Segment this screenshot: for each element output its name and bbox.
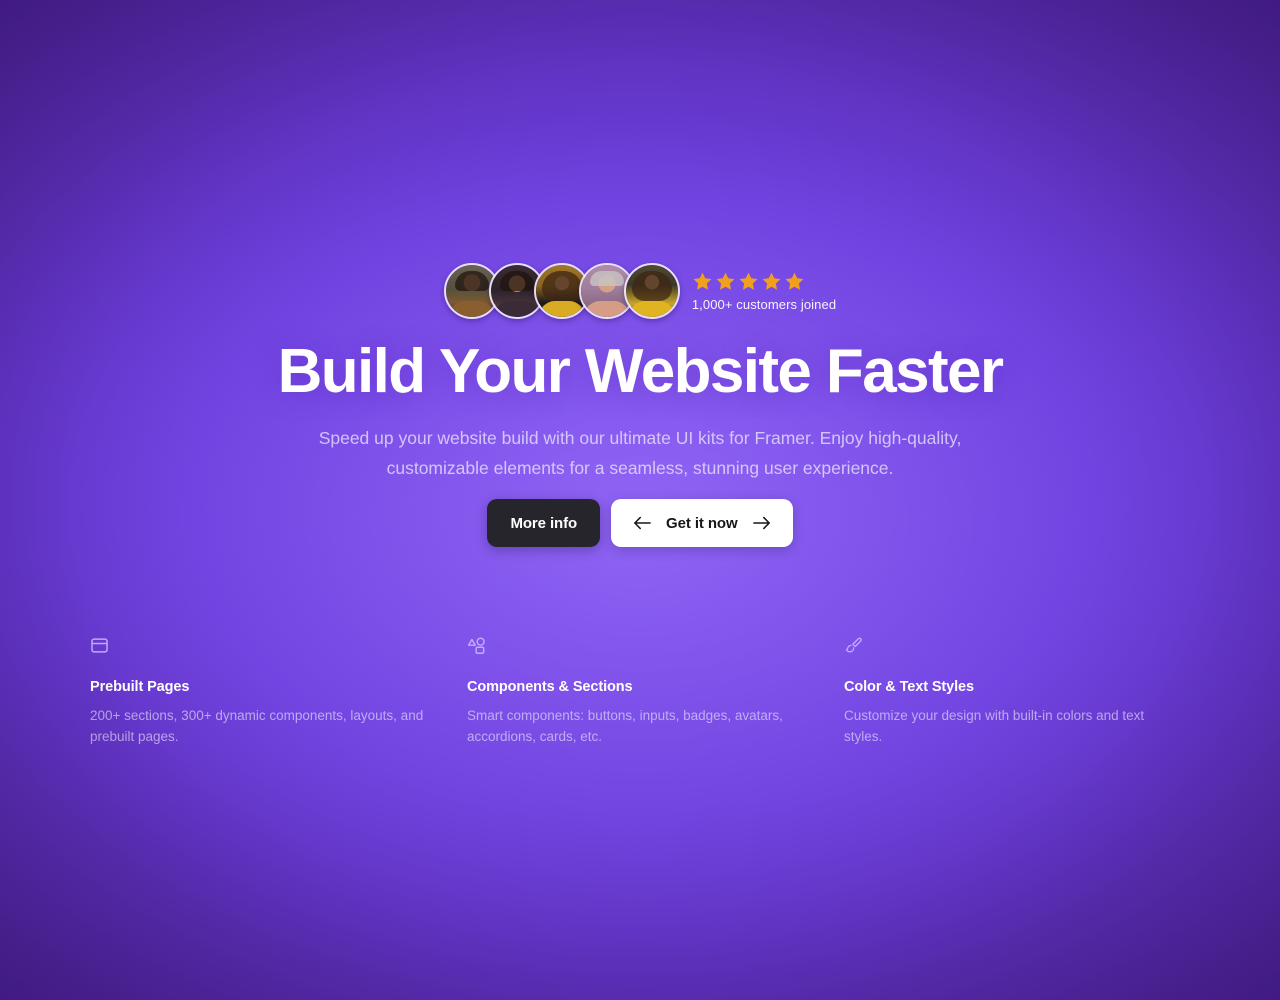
get-it-now-button-label: Get it now	[666, 514, 738, 532]
avatar-body	[538, 301, 585, 317]
star-icon	[693, 272, 712, 290]
feature-item-prebuilt-pages: Prebuilt Pages 200+ sections, 300+ dynam…	[90, 636, 467, 747]
feature-title: Components & Sections	[467, 679, 633, 695]
feature-title: Prebuilt Pages	[90, 679, 190, 695]
avatar-hair	[631, 271, 672, 301]
avatar-body	[583, 301, 630, 317]
paintbrush-icon	[844, 636, 1154, 660]
customers-joined-label: 1,000+ customers joined	[691, 296, 837, 312]
social-proof: 1,000+ customers joined	[0, 263, 1280, 319]
cta-button-group: More info Get it now	[0, 499, 1280, 547]
more-info-button[interactable]: More info	[487, 499, 601, 547]
feature-description: 200+ sections, 300+ dynamic components, …	[90, 708, 424, 744]
feature-item-color-text-styles: Color & Text Styles Customize your desig…	[844, 636, 1190, 747]
avatar-group	[443, 263, 680, 319]
star-icon	[716, 272, 735, 290]
avatar-face	[625, 265, 678, 317]
layout-panel-icon	[90, 636, 431, 660]
feature-list: Prebuilt Pages 200+ sections, 300+ dynam…	[90, 636, 1190, 747]
customer-avatar-5	[623, 263, 680, 319]
star-icon	[762, 272, 781, 290]
social-proof-inner: 1,000+ customers joined	[443, 263, 836, 319]
more-info-button-label: More info	[510, 514, 578, 532]
star-rating	[692, 271, 836, 292]
avatar-hair	[454, 271, 489, 291]
avatar-body	[493, 301, 540, 317]
star-icon	[739, 272, 758, 290]
rating-block: 1,000+ customers joined	[692, 271, 836, 312]
feature-description: Customize your design with built-in colo…	[844, 708, 1145, 744]
feature-description: Smart components: buttons, inputs, badge…	[467, 708, 783, 744]
avatar-body	[628, 301, 675, 317]
avatar-hair	[499, 271, 534, 291]
avatar-hair	[589, 271, 624, 286]
page-title: Build Your Website Faster	[277, 337, 1004, 406]
star-icon	[785, 272, 804, 290]
avatar-hair	[541, 271, 582, 301]
avatar-body	[448, 301, 495, 317]
get-it-now-button[interactable]: Get it now	[611, 499, 793, 547]
shapes-icon	[467, 636, 808, 660]
arrow-right-icon	[752, 515, 771, 531]
feature-item-components-sections: Components & Sections Smart components: …	[467, 636, 844, 747]
hero-subtitle: Speed up your website build with our ult…	[318, 428, 962, 478]
arrow-left-icon	[633, 515, 651, 531]
hero-section: 1,000+ customers joined Build Your Websi…	[0, 0, 1280, 1000]
feature-title: Color & Text Styles	[844, 679, 974, 695]
